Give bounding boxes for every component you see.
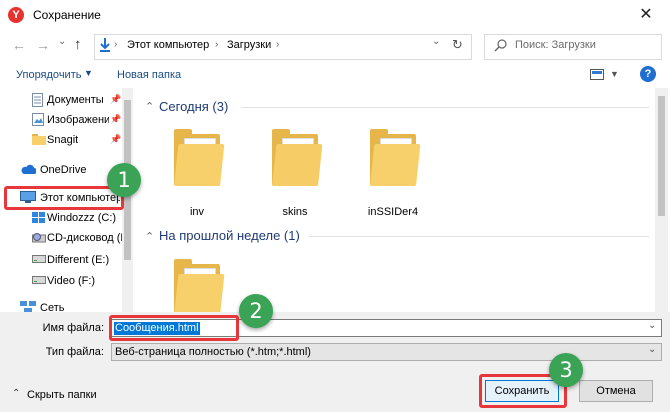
- sidebar-item-label: Snagit: [47, 134, 79, 146]
- sidebar-item-snagit[interactable]: Snagit 📌: [0, 130, 122, 150]
- drive-icon: [32, 212, 45, 223]
- sidebar-item-label: Сеть: [40, 302, 65, 312]
- group-header[interactable]: Сегодня (3): [159, 99, 228, 114]
- breadcrumb-separator: ›: [215, 39, 219, 50]
- file-list-scrollbar-thumb[interactable]: [658, 96, 665, 216]
- folder-icon: [174, 259, 225, 312]
- filetype-value: Веб-страница полностью (*.htm;*.html): [115, 346, 311, 358]
- organize-button[interactable]: Упорядочить: [16, 69, 81, 81]
- search-placeholder: Поиск: Загрузки: [515, 39, 596, 51]
- drive-icon: [32, 255, 46, 263]
- folder-icon: [370, 129, 421, 186]
- folder-icon: [32, 134, 46, 145]
- hide-folders-icon[interactable]: ⌃: [12, 388, 20, 399]
- sidebar-item-label: Windozzz (C:): [47, 212, 117, 224]
- sidebar-item-label: Video (F:): [47, 275, 96, 287]
- back-arrow-icon[interactable]: ←: [12, 37, 26, 53]
- sidebar-item-onedrive[interactable]: OneDrive: [0, 160, 122, 180]
- filename-label: Имя файла:: [42, 322, 104, 334]
- search-icon: [494, 38, 508, 52]
- file-item[interactable]: skins: [265, 128, 325, 228]
- network-icon: [20, 301, 36, 312]
- file-item[interactable]: inv: [167, 128, 227, 228]
- folder-icon: [272, 129, 323, 186]
- highlight-filename: [109, 315, 239, 341]
- cloud-icon: [21, 164, 36, 174]
- breadcrumb-separator: ›: [276, 39, 280, 50]
- cancel-button[interactable]: Отмена: [579, 380, 653, 402]
- group-divider: [309, 236, 649, 237]
- pin-icon: 📌: [110, 114, 122, 124]
- forward-arrow-icon[interactable]: →: [36, 37, 50, 53]
- sidebar-item-documents[interactable]: Документы 📌: [0, 90, 122, 110]
- document-icon: [32, 93, 43, 107]
- up-arrow-icon[interactable]: ↑: [74, 36, 82, 53]
- close-button[interactable]: ✕: [626, 2, 666, 28]
- image-icon: [32, 113, 44, 126]
- file-name: inv: [189, 206, 205, 218]
- organize-dropdown-icon: ▼: [84, 68, 93, 78]
- file-list: ⌃ Сегодня (3) inv skins inSSIDer4 ⌃ На п…: [137, 88, 655, 312]
- sidebar-item-drive-f[interactable]: Video (F:): [0, 271, 122, 291]
- cd-drive-icon: [32, 233, 46, 243]
- view-dropdown-icon[interactable]: ▼: [610, 69, 619, 79]
- file-item[interactable]: [167, 258, 227, 312]
- filetype-dropdown-icon[interactable]: ⌄: [648, 344, 656, 355]
- step-badge-3: 3: [549, 353, 583, 387]
- recent-locations-icon[interactable]: ⌄: [58, 36, 66, 47]
- sidebar-item-label: Different (E:): [47, 254, 110, 266]
- sidebar-item-images[interactable]: Изображени 📌: [0, 110, 122, 130]
- drive-icon: [32, 276, 46, 284]
- view-mode-icon[interactable]: [590, 69, 604, 80]
- sidebar-item-label: CD-дисковод (D: [47, 232, 122, 244]
- folder-icon: [174, 129, 225, 186]
- pin-icon: 📌: [110, 94, 122, 104]
- new-folder-button[interactable]: Новая папка: [117, 69, 181, 81]
- filename-dropdown-icon[interactable]: ⌄: [648, 320, 656, 331]
- sidebar-item-network[interactable]: Сеть: [0, 298, 122, 312]
- pin-icon: 📌: [110, 134, 122, 144]
- file-name: skins: [282, 206, 308, 218]
- collapse-group-icon[interactable]: ⌃: [145, 100, 154, 113]
- help-icon[interactable]: ?: [640, 66, 656, 82]
- sidebar-item-drive-e[interactable]: Different (E:): [0, 250, 122, 270]
- yandex-browser-icon: Y: [8, 7, 24, 23]
- group-divider: [241, 107, 649, 108]
- sidebar-item-drive-d[interactable]: CD-дисковод (D: [0, 228, 122, 248]
- sidebar-item-drive-c[interactable]: Windozzz (C:): [0, 208, 122, 228]
- sidebar-item-label: Документы: [47, 94, 104, 106]
- breadcrumb-this-pc[interactable]: Этот компьютер: [127, 39, 209, 51]
- filetype-label: Тип файла:: [45, 346, 104, 358]
- toolbar: [0, 62, 670, 88]
- collapse-group-icon[interactable]: ⌃: [145, 230, 154, 243]
- sidebar-item-label: Изображени: [47, 114, 109, 126]
- file-name: inSSIDer4: [367, 206, 419, 218]
- hide-folders-button[interactable]: Скрыть папки: [27, 389, 97, 401]
- step-badge-2: 2: [239, 294, 273, 328]
- breadcrumb-downloads[interactable]: Загрузки: [227, 39, 271, 51]
- refresh-icon[interactable]: ↻: [452, 37, 463, 53]
- highlight-this-pc: [4, 186, 124, 210]
- download-folder-icon: [99, 38, 111, 52]
- file-item[interactable]: inSSIDer4: [363, 128, 423, 228]
- window-title: Сохранение: [33, 8, 101, 22]
- breadcrumb-separator: ›: [114, 39, 118, 50]
- step-badge-1: 1: [107, 163, 141, 197]
- group-header[interactable]: На прошлой неделе (1): [159, 228, 300, 243]
- address-dropdown-icon[interactable]: ⌄: [432, 36, 440, 47]
- sidebar-item-label: OneDrive: [40, 164, 87, 176]
